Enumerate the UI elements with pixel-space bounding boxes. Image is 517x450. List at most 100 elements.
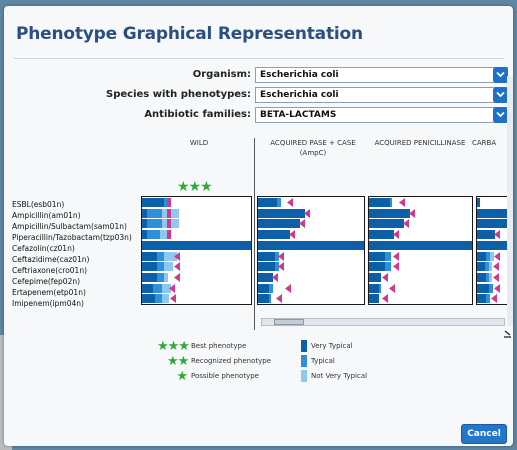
bar-very-typical	[369, 240, 472, 250]
bar-very-typical	[258, 230, 290, 240]
legend-not-very-typical-label: Not Very Typical	[311, 372, 368, 380]
species-select[interactable]: Escherichia coli	[255, 87, 508, 103]
row-label-ertapenem: Ertapenem(etp01n)	[12, 288, 86, 297]
bar-not-very-typical	[164, 262, 173, 272]
vertical-scrollbar[interactable]	[507, 76, 513, 326]
bar-very-typical	[369, 294, 379, 304]
bar-very-typical	[477, 272, 486, 282]
bar-typical	[147, 219, 162, 229]
phenotype-marker	[494, 251, 500, 261]
bar-typical	[147, 208, 162, 218]
bar-not-very-typical	[162, 294, 169, 304]
column-header-carba: CARBA	[472, 138, 506, 148]
row-label-cefepime: Cefepime(fep02n)	[12, 277, 81, 286]
row-label-ampicillin-sulbactam: Ampicillin/Sulbactam(sam01n)	[12, 222, 127, 231]
chevron-down-icon[interactable]	[493, 87, 508, 103]
species-value: Escherichia coli	[260, 90, 339, 100]
bar-very-typical	[142, 272, 157, 282]
bar-very-typical	[369, 262, 385, 272]
bar-not-very-typical	[489, 272, 492, 282]
bar-very-typical	[142, 283, 153, 293]
phenotype-marker	[285, 283, 291, 293]
best-phenotype-marker: ★★★	[177, 178, 213, 194]
phenotype-marker	[169, 283, 175, 293]
heatmap-wild	[141, 196, 252, 305]
column-header-ampc: ACQUIRED PASE + CASE (AmpC)	[258, 138, 368, 158]
row-label-cefazolin: Cefazolin(cz01n)	[12, 244, 75, 253]
antibiotic-families-select[interactable]: BETA-LACTAMS	[255, 107, 508, 123]
bar-typical	[489, 283, 493, 293]
phenotype-marker	[167, 198, 171, 207]
bar-very-typical	[369, 283, 379, 293]
bar-typical	[277, 198, 281, 207]
legend-row-possible: ★ Possible phenotype Not Very Typical	[159, 369, 459, 383]
bar-very-typical	[258, 272, 273, 282]
bar-typical	[269, 294, 271, 304]
bar-very-typical	[477, 294, 486, 304]
heatmap-penicillinase	[368, 196, 473, 305]
antibiotic-families-label: Antibiotic families:	[144, 109, 251, 120]
antibiotic-families-value: BETA-LACTAMS	[260, 110, 337, 120]
dialog-title: Phenotype Graphical Representation	[16, 24, 363, 44]
phenotype-marker	[287, 198, 293, 207]
row-label-ceftriaxone: Ceftriaxone(cro01n)	[12, 266, 88, 275]
organism-value: Escherichia coli	[260, 70, 339, 80]
bar-very-typical	[369, 230, 394, 240]
phenotype-marker	[167, 219, 171, 229]
bar-typical	[157, 272, 164, 282]
phenotype-marker	[299, 219, 305, 229]
scrollbar-thumb[interactable]	[274, 319, 304, 325]
bar-very-typical	[477, 208, 507, 218]
bar-very-typical	[142, 251, 157, 261]
bar-typical	[390, 198, 392, 207]
legend-possible-label: Possible phenotype	[191, 372, 259, 380]
organism-label: Organism:	[192, 69, 251, 80]
legend-row-best: ★★★ Best phenotype Very Typical	[157, 339, 459, 353]
phenotype-marker	[304, 208, 310, 218]
legend-row-recognized: ★★ Recognized phenotype Typical	[159, 354, 459, 368]
bar-very-typical	[258, 262, 275, 272]
chevron-down-icon[interactable]	[493, 67, 508, 83]
column-header-wild: WILD	[169, 138, 229, 148]
cancel-button[interactable]: Cancel	[461, 424, 507, 444]
phenotype-marker	[167, 230, 171, 240]
legend-very-typical-label: Very Typical	[311, 342, 353, 350]
phenotype-marker	[399, 198, 405, 207]
bar-typical	[385, 251, 391, 261]
bar-very-typical	[477, 283, 489, 293]
antibiotic-families-row: Antibiotic families: BETA-LACTAMS	[4, 107, 513, 125]
phenotype-marker	[493, 262, 499, 272]
row-label-imipenem: Imipenem(ipm04n)	[12, 299, 84, 308]
bar-very-typical	[369, 208, 410, 218]
bar-not-very-typical	[489, 262, 492, 272]
organism-select[interactable]: Escherichia coli	[255, 67, 508, 83]
phenotype-marker	[393, 262, 399, 272]
chevron-down-icon[interactable]	[493, 107, 508, 123]
bar-very-typical	[258, 240, 364, 250]
phenotype-marker	[494, 230, 500, 240]
phenotype-marker	[382, 272, 388, 282]
column-header-label: CARBA	[472, 139, 497, 147]
row-label-ceftazidime: Ceftazidime(caz01n)	[12, 255, 90, 264]
bar-typical	[153, 283, 162, 293]
column-header-label: ACQUIRED PASE + CASE	[270, 139, 356, 147]
bar-very-typical	[369, 219, 404, 229]
row-label-esbl: ESBL(esb01n)	[12, 200, 65, 209]
bar-typical	[155, 294, 162, 304]
species-row: Species with phenotypes: Escherichia col…	[4, 87, 513, 105]
horizontal-scrollbar[interactable]	[261, 318, 505, 326]
phenotype-dialog: Phenotype Graphical Representation Organ…	[4, 6, 513, 446]
phenotype-marker	[174, 262, 180, 272]
row-label-piperacillin-tazobactam: Piperacillin/Tazobactam(tzp03n)	[12, 233, 132, 242]
bar-typical	[147, 230, 160, 240]
bar-very-typical	[477, 251, 486, 261]
organism-row: Organism: Escherichia coli	[4, 67, 513, 85]
star-icon: ★★	[167, 353, 189, 368]
phenotype-marker	[278, 251, 284, 261]
bar-very-typical	[258, 208, 305, 218]
resize-grip-icon[interactable]	[502, 328, 512, 338]
column-header-sublabel: (AmpC)	[299, 149, 327, 157]
phenotype-marker	[494, 283, 500, 293]
heatmap-ampc	[257, 196, 365, 305]
swatch-typical	[301, 355, 307, 367]
